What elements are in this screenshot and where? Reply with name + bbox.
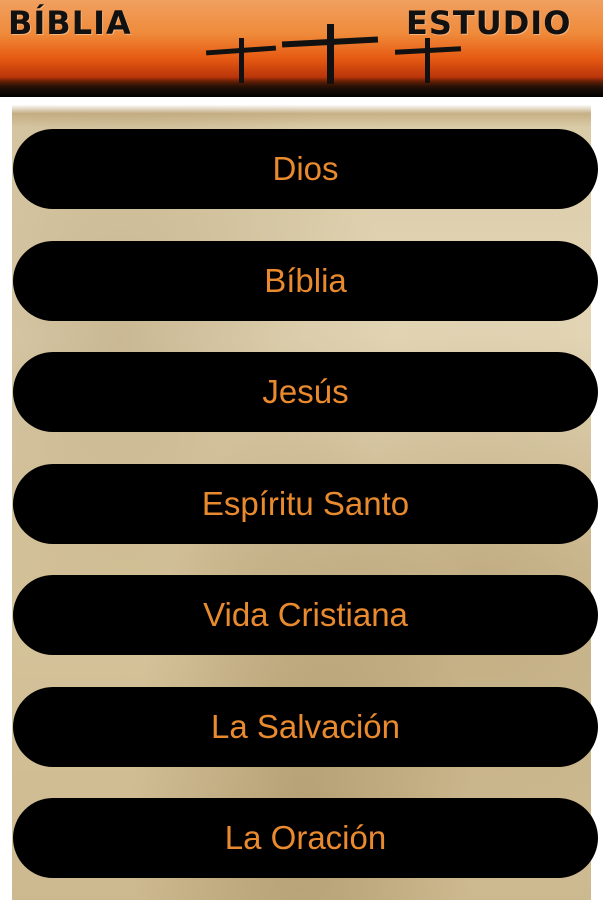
menu-button-espiritu-santo[interactable]: Espíritu Santo	[13, 463, 598, 544]
topic-menu: Dios Bíblia Jesús Espíritu Santo Vida Cr…	[13, 129, 598, 900]
parchment-edge-left	[0, 97, 12, 900]
cross-center-icon	[281, 24, 379, 84]
menu-button-la-oracion[interactable]: La Oración	[13, 798, 598, 878]
menu-button-dios[interactable]: Dios	[13, 129, 598, 209]
menu-button-la-salvacion[interactable]: La Salvación	[13, 686, 598, 767]
horizon-silhouette	[0, 77, 603, 97]
menu-button-biblia[interactable]: Bíblia	[13, 240, 598, 321]
menu-button-vida-cristiana[interactable]: Vida Cristiana	[13, 575, 598, 655]
app-screen: BÍBLIA ESTUDIO Dios Bíblia Jesús Espírit…	[0, 0, 603, 900]
header-title-estudio: ESTUDIO	[406, 4, 572, 42]
menu-button-jesus[interactable]: Jesús	[13, 352, 598, 432]
header-title-biblia: BÍBLIA	[8, 4, 132, 42]
header-banner: BÍBLIA ESTUDIO	[0, 0, 603, 97]
